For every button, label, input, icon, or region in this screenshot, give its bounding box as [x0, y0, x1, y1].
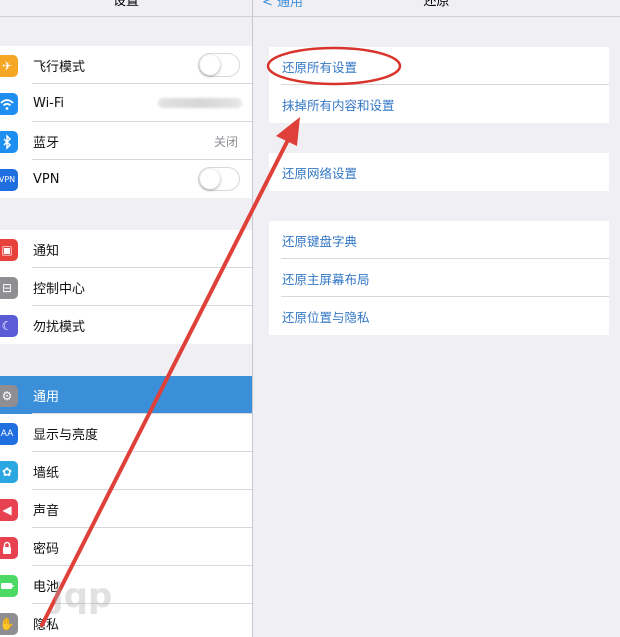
vpn-icon: VPN: [0, 169, 18, 191]
toggle-knob: [200, 55, 220, 75]
gear-icon: ⚙: [0, 385, 18, 407]
sidebar-item-label: 蓝牙: [33, 135, 60, 151]
sidebar-item-general[interactable]: ⚙ 通用: [0, 376, 252, 414]
page-title: 还原: [423, 0, 450, 9]
reset-group-other: 还原键盘字典 还原主屏幕布局 还原位置与隐私: [269, 221, 609, 335]
reset-location-privacy-button[interactable]: 还原位置与隐私: [269, 297, 609, 335]
vpn-toggle[interactable]: [198, 167, 240, 191]
wifi-icon: [0, 93, 18, 115]
airplane-mode-toggle[interactable]: [198, 53, 240, 77]
sidebar-item-label: 墙纸: [33, 465, 60, 481]
sidebar-item-wifi[interactable]: Wi-Fi: [0, 84, 252, 122]
sidebar-item-label: 通用: [33, 389, 60, 405]
watermark-logo: jqp: [52, 576, 113, 616]
bluetooth-status: 关闭: [213, 134, 238, 149]
sidebar-item-label: 勿扰模式: [33, 319, 86, 335]
reset-option-label: 还原键盘字典: [282, 233, 358, 249]
reset-option-label: 还原网络设置: [282, 165, 358, 181]
pane-divider: [252, 0, 253, 637]
sidebar-item-label: 密码: [33, 541, 60, 557]
reset-option-label: 还原位置与隐私: [282, 309, 370, 325]
reset-all-settings-button[interactable]: 还原所有设置: [269, 47, 609, 85]
hand-icon: ✋: [0, 613, 18, 635]
sidebar-item-airplane-mode[interactable]: ✈ 飞行模式: [0, 46, 252, 84]
notifications-icon: ▣: [0, 239, 18, 261]
bluetooth-icon: [0, 131, 18, 153]
sound-icon: ◀: [0, 499, 18, 521]
control-center-icon: ⊟: [0, 277, 18, 299]
nav-divider: [253, 16, 620, 17]
sidebar-item-display-brightness[interactable]: AA 显示与亮度: [0, 414, 252, 452]
sidebar-item-label: 通知: [33, 243, 60, 259]
settings-sidebar: 设置 ✈ 飞行模式 Wi-Fi 蓝牙 关闭 VPN VPN ▣ 通知 ⊟ 控制中…: [0, 0, 252, 637]
battery-icon: [0, 575, 18, 597]
reset-network-settings-button[interactable]: 还原网络设置: [269, 153, 609, 191]
sidebar-item-control-center[interactable]: ⊟ 控制中心: [0, 268, 252, 306]
sidebar-item-sounds[interactable]: ◀ 声音: [0, 490, 252, 528]
wifi-network-name-blurred: [158, 98, 242, 108]
sidebar-item-do-not-disturb[interactable]: ☾ 勿扰模式: [0, 306, 252, 344]
moon-icon: ☾: [0, 315, 18, 337]
sidebar-item-label: VPN: [33, 171, 60, 187]
reset-keyboard-dictionary-button[interactable]: 还原键盘字典: [269, 221, 609, 259]
wallpaper-icon: ✿: [0, 461, 18, 483]
sidebar-item-label: 声音: [33, 503, 60, 519]
sidebar-item-notifications[interactable]: ▣ 通知: [0, 230, 252, 268]
sidebar-title: 设置: [112, 0, 139, 9]
reset-option-label: 抹掉所有内容和设置: [282, 97, 395, 113]
nav-divider: [0, 16, 252, 17]
sidebar-item-label: 显示与亮度: [33, 427, 99, 443]
sidebar-item-wallpaper[interactable]: ✿ 墙纸: [0, 452, 252, 490]
sidebar-item-label: 隐私: [33, 617, 60, 633]
toggle-knob: [200, 169, 220, 189]
sidebar-item-label: 飞行模式: [33, 59, 86, 75]
reset-home-screen-layout-button[interactable]: 还原主屏幕布局: [269, 259, 609, 297]
airplane-icon: ✈: [0, 55, 18, 77]
sidebar-item-label: Wi-Fi: [33, 95, 65, 111]
display-icon: AA: [0, 423, 18, 445]
lock-icon: [0, 537, 18, 559]
settings-group-notifications: ▣ 通知 ⊟ 控制中心 ☾ 勿扰模式: [0, 230, 252, 344]
erase-all-content-button[interactable]: 抹掉所有内容和设置: [269, 85, 609, 123]
sidebar-item-label: 控制中心: [33, 281, 86, 297]
sidebar-item-vpn[interactable]: VPN VPN: [0, 160, 252, 198]
sidebar-item-passcode[interactable]: 密码: [0, 528, 252, 566]
reset-option-label: 还原主屏幕布局: [282, 271, 370, 287]
reset-option-label: 还原所有设置: [282, 59, 358, 75]
settings-group-connectivity: ✈ 飞行模式 Wi-Fi 蓝牙 关闭 VPN VPN: [0, 46, 252, 198]
settings-group-general: ⚙ 通用 AA 显示与亮度 ✿ 墙纸 ◀ 声音 密码 电池 ✋ 隐私: [0, 376, 252, 637]
reset-group-settings: 还原所有设置 抹掉所有内容和设置: [269, 47, 609, 123]
sidebar-item-privacy[interactable]: ✋ 隐私: [0, 604, 252, 637]
sidebar-item-battery[interactable]: 电池: [0, 566, 252, 604]
sidebar-item-bluetooth[interactable]: 蓝牙 关闭: [0, 122, 252, 160]
reset-group-network: 还原网络设置: [269, 153, 609, 191]
